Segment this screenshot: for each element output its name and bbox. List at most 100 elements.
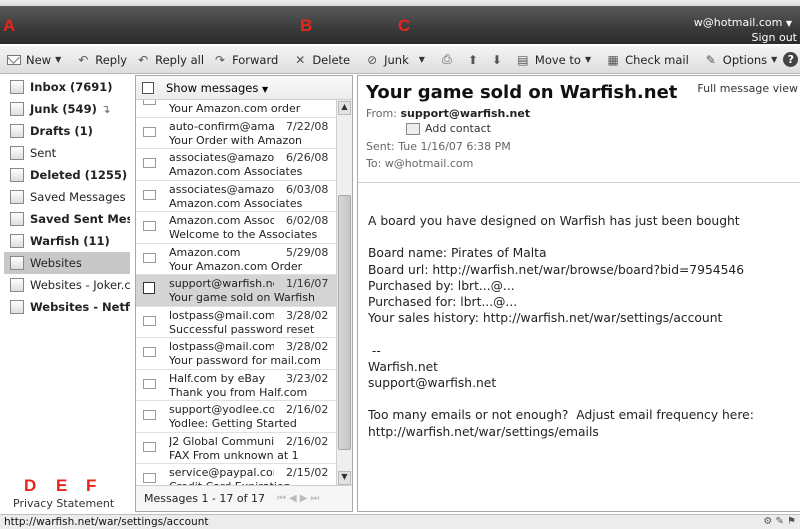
check-mail-button[interactable]: ▦ Check mail <box>601 49 693 71</box>
sidebar-item-deleted[interactable]: Deleted (1255) <box>4 164 130 186</box>
envelope-icon <box>143 158 156 168</box>
junk-button[interactable]: ⊘ Junk ▼ <box>360 49 429 71</box>
folder-icon <box>10 300 24 314</box>
message-list-scrollbar[interactable]: ▲ ▼ <box>336 100 352 486</box>
previous-message-button[interactable]: ⬆ <box>463 49 487 71</box>
scroll-up-icon[interactable]: ▲ <box>338 101 351 115</box>
full-message-view-link[interactable]: Full message view <box>697 82 798 95</box>
list-item[interactable]: support@yodlee.com 2/16/02Yodlee: Getting… <box>136 401 336 433</box>
empty-junk-icon[interactable]: ↴ <box>101 102 111 116</box>
new-message-icon <box>6 53 22 67</box>
list-item[interactable]: Amazon.com Associates 6/02/08Welcome to t… <box>136 212 336 244</box>
add-contact-icon <box>406 122 420 135</box>
message-sent-date: Sent: Tue 1/16/07 6:38 PM <box>366 140 511 153</box>
sidebar-item-label: Websites - Netfirms <box>30 300 130 314</box>
sidebar-item-label: Websites - Joker.com <box>30 278 130 292</box>
message-checkbox[interactable] <box>143 282 155 294</box>
envelope-icon <box>143 315 156 326</box>
toolbar: New ▼ ↶ Reply ↶ Reply all ↷ Forward ✕ De… <box>0 46 800 74</box>
arrow-down-icon: ⬇ <box>491 52 502 67</box>
new-button-label: New <box>26 52 52 67</box>
reply-button[interactable]: ↶ Reply <box>71 49 131 71</box>
list-item[interactable]: associates@amazon.com 6/26/08Amazon.com A… <box>136 149 336 181</box>
delete-button[interactable]: ✕ Delete <box>288 49 354 71</box>
new-button[interactable]: New ▼ <box>0 49 65 71</box>
sidebar-item-label: Sent <box>30 146 57 160</box>
select-all-checkbox[interactable] <box>142 81 154 94</box>
sidebar-item-saved-sent-messages[interactable]: Saved Sent Messages <box>4 208 130 230</box>
sidebar-item-websites-netfirms[interactable]: Websites - Netfirms <box>4 296 130 318</box>
message-sender: auto-confirm@amazon.com <box>169 119 274 133</box>
list-item[interactable]: Half.com by eBay 3/23/02 Thank you from Ha… <box>136 370 336 401</box>
list-item[interactable]: associates@amazon.com 6/03/08Amazon.com A… <box>136 181 336 212</box>
message-list-body: Amazon.com 7/26/08Your Amazon.com order au… <box>136 100 336 486</box>
list-item[interactable]: Amazon.com 5/29/08 Your Amazon.com Order <box>136 244 336 275</box>
message-subject-preview: Successful password reset <box>169 322 315 336</box>
message-date: 6/03/08 <box>286 182 329 196</box>
message-subject-preview: Your Amazon.com Order <box>169 259 303 273</box>
arrow-up-icon: ⬆ <box>467 52 478 67</box>
page-nav-icons[interactable]: ⏮◀▶⏭ <box>277 493 322 504</box>
message-list-header: Show messages ▼ <box>136 76 352 100</box>
folder-pane: Inbox (7691) Junk (549) ↴ Drafts (1) Sent Del… <box>4 76 130 512</box>
chevron-down-icon[interactable]: ▼ <box>771 55 777 64</box>
help-button[interactable]: ? <box>781 49 800 71</box>
sidebar-item-label: Deleted (1255) <box>30 168 128 182</box>
folder-icon <box>10 212 24 226</box>
print-icon: ⎙ <box>442 52 452 66</box>
sidebar-item-inbox[interactable]: Inbox (7691) <box>4 76 130 98</box>
scrollbar-thumb[interactable] <box>338 195 351 450</box>
sidebar-item-label: Junk (549) <box>30 102 97 116</box>
delete-button-label: Delete <box>312 52 351 67</box>
chevron-down-icon[interactable]: ▼ <box>585 55 591 64</box>
list-item[interactable]: support@warfish.net 1/16/07 Your game sold… <box>136 275 336 307</box>
reply-button-label: Reply <box>95 52 128 67</box>
move-to-button[interactable]: ▤ Move to ▼ <box>511 49 595 71</box>
junk-icon: ⊘ <box>367 52 378 67</box>
sign-out-link[interactable]: Sign out <box>751 31 797 44</box>
account-menu[interactable]: w@hotmail.com ▼ <box>694 16 792 29</box>
message-sender: associates@amazon.com <box>169 151 274 164</box>
envelope-icon <box>143 126 156 137</box>
message-subject-preview: Thank you from Half.com <box>169 385 308 399</box>
message-sender: Half.com by eBay <box>169 371 266 385</box>
list-item[interactable]: service@paypal.com2/15/02Credit Card Exp… <box>136 464 336 486</box>
message-sender: Amazon.com <box>169 245 241 259</box>
list-item[interactable]: auto-confirm@amazon.com 7/22/08Your Order… <box>136 118 336 149</box>
message-sender: Amazon.com Associates <box>169 214 274 227</box>
message-date: 2/16/02 <box>286 434 329 448</box>
status-url: http://warfish.net/war/settings/account <box>4 516 209 528</box>
sidebar-item-warfish[interactable]: Warfish (11) <box>4 230 130 252</box>
sidebar-item-saved-messages[interactable]: Saved Messages <box>4 186 130 208</box>
junk-icon <box>10 102 24 116</box>
show-messages-dropdown[interactable]: Show messages ▼ <box>166 81 268 95</box>
sender-address[interactable]: support@warfish.net <box>400 107 530 120</box>
scroll-down-icon[interactable]: ▼ <box>338 471 351 485</box>
privacy-statement-link[interactable]: Privacy Statement <box>13 497 114 510</box>
chevron-down-icon[interactable]: ▼ <box>55 55 61 64</box>
message-list-footer: Messages 1 - 17 of 17 ⏮◀▶⏭ <box>136 485 352 511</box>
sidebar-item-websites[interactable]: Websites <box>4 252 130 274</box>
list-item[interactable]: J2 Global Communications 2/16/02FAX From … <box>136 433 336 464</box>
next-message-button[interactable]: ⬇ <box>487 49 511 71</box>
reply-all-button[interactable]: ↶ Reply all <box>131 49 208 71</box>
sidebar-item-label: Saved Messages <box>30 190 126 204</box>
envelope-icon <box>143 378 156 389</box>
sidebar-item-sent[interactable]: Sent <box>4 142 130 164</box>
list-item[interactable]: lostpass@mail.com 3/28/02 Your password fo… <box>136 338 336 370</box>
add-contact-button[interactable]: Add contact <box>406 122 491 135</box>
sidebar-item-junk[interactable]: Junk (549) ↴ <box>4 98 130 120</box>
envelope-icon <box>143 410 156 420</box>
chevron-down-icon[interactable]: ▼ <box>419 55 425 64</box>
list-item[interactable]: Amazon.com 7/26/08Your Amazon.com order <box>136 100 336 118</box>
list-item[interactable]: lostpass@mail.com 3/28/02 Successful passw… <box>136 307 336 338</box>
reply-icon: ↶ <box>78 52 89 67</box>
message-subject-preview: FAX From unknown at 1 <box>169 448 299 462</box>
forward-button[interactable]: ↷ Forward <box>208 49 282 71</box>
message-subject: Your game sold on Warfish.net <box>366 82 678 103</box>
options-button[interactable]: ✎ Options ▼ <box>699 49 782 71</box>
sidebar-item-drafts[interactable]: Drafts (1) <box>4 120 130 142</box>
print-button[interactable]: ⎙ <box>435 49 463 71</box>
envelope-icon <box>143 347 156 357</box>
sidebar-item-websites-joker-com[interactable]: Websites - Joker.com <box>4 274 130 296</box>
